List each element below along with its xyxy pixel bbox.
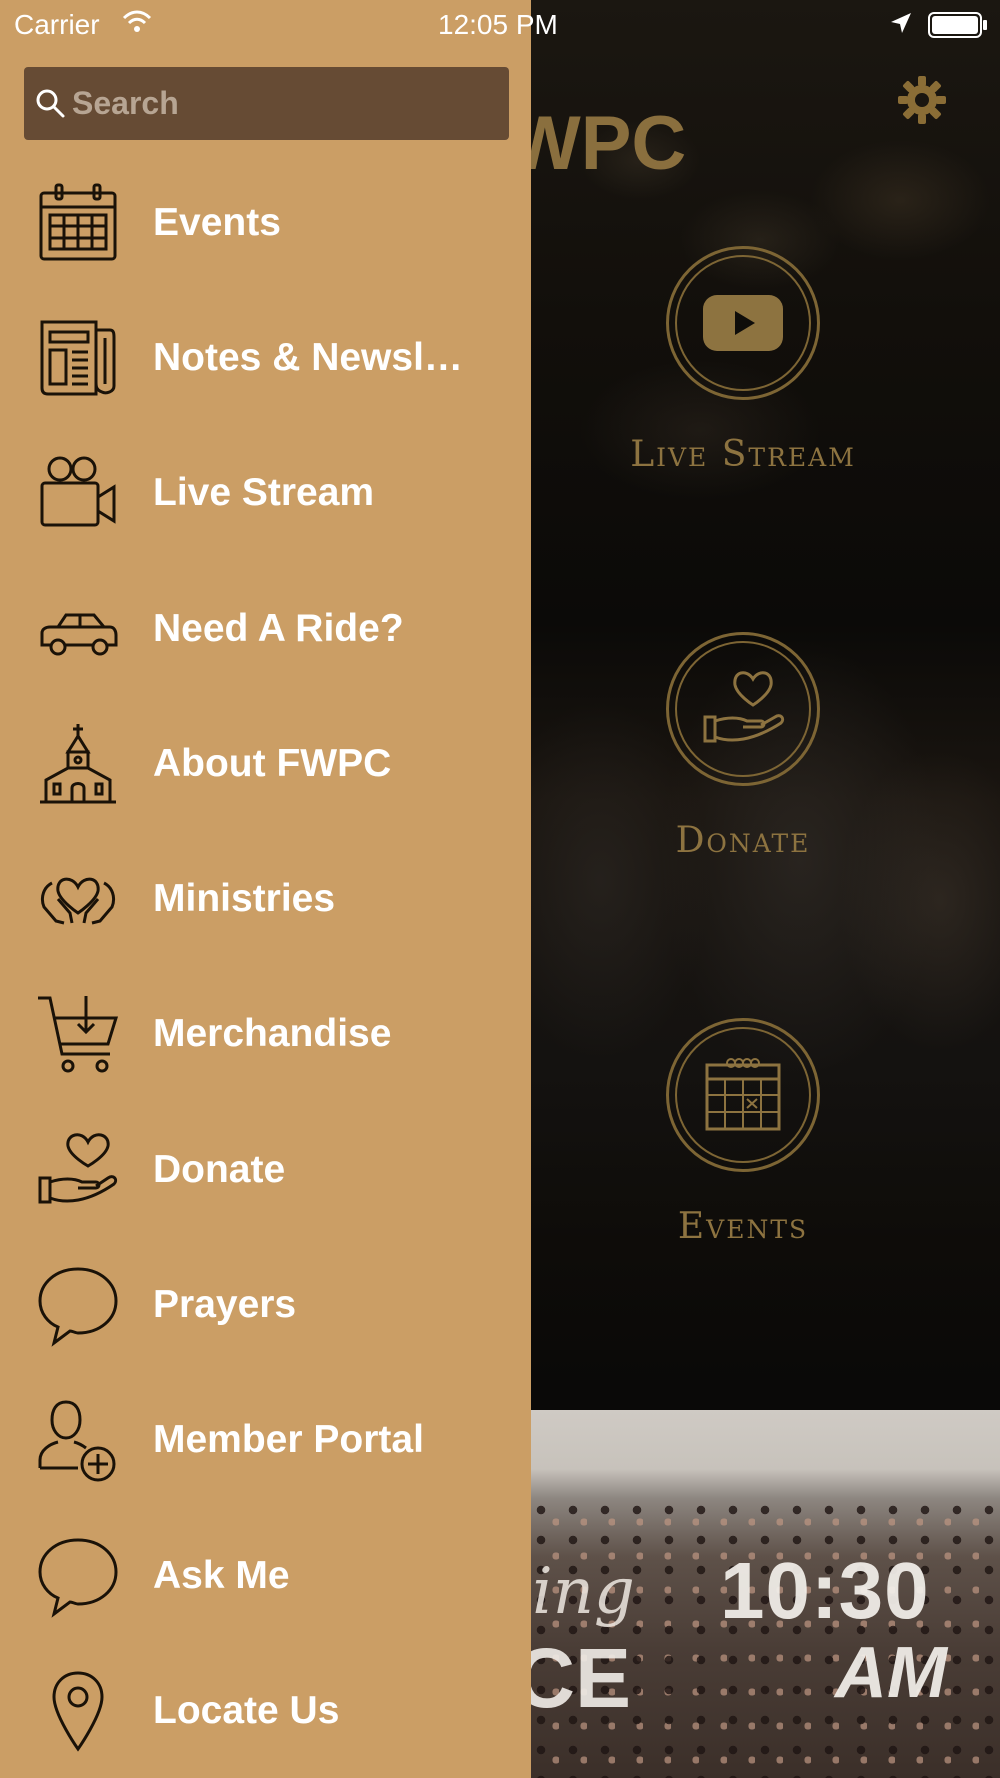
menu-item-label: Notes & Newsletters xyxy=(153,335,483,379)
menu-item-label: Need A Ride? xyxy=(153,606,404,650)
hand-heart-icon xyxy=(703,671,785,743)
donate-ring xyxy=(666,632,820,786)
clock: 12:05 PM xyxy=(438,9,558,40)
map-pin-icon xyxy=(52,1671,104,1752)
service-word-text: ICE xyxy=(531,1631,632,1725)
heart-hands-icon xyxy=(40,877,116,925)
menu-item-label: Merchandise xyxy=(153,1012,392,1056)
menu-item-need-a-ride[interactable]: Need A Ride? xyxy=(0,561,531,696)
menu-item-label: Ministries xyxy=(153,877,336,921)
menu-item-live-stream[interactable]: Live Stream xyxy=(0,426,531,561)
menu-item-label: Prayers xyxy=(153,1283,297,1327)
video-camera-icon xyxy=(40,456,116,527)
menu-item-notes-newsletters[interactable]: Notes & Newsletters xyxy=(0,290,531,425)
menu-item-donate[interactable]: Donate xyxy=(0,1102,531,1237)
menu-item-ask-me[interactable]: Ask Me xyxy=(0,1508,531,1643)
drawer-menu: Events Notes & Newsletters xyxy=(0,155,531,1778)
menu-item-label: Live Stream xyxy=(153,471,375,515)
service-script-text: ning xyxy=(531,1555,635,1629)
events-ring xyxy=(666,1018,820,1172)
menu-item-label: Donate xyxy=(153,1147,286,1191)
menu-item-locate-us[interactable]: Locate Us xyxy=(0,1643,531,1778)
feature-label: Events xyxy=(677,1206,809,1247)
status-bar: Carrier 12:05 PM xyxy=(0,0,1000,50)
menu-item-label: Member Portal xyxy=(153,1418,424,1462)
menu-item-events[interactable]: Events xyxy=(0,155,531,290)
feature-events[interactable]: Events xyxy=(623,1018,863,1247)
menu-item-label: About FWPC xyxy=(153,741,392,785)
search-input[interactable] xyxy=(72,67,492,140)
feature-label: Donate xyxy=(675,820,811,861)
service-time: 10:30 xyxy=(720,1546,930,1635)
menu-item-label: Locate Us xyxy=(153,1688,340,1732)
live-stream-ring xyxy=(666,246,820,400)
menu-item-ministries[interactable]: Ministries xyxy=(0,831,531,966)
app-title: WPC xyxy=(531,101,687,186)
donate-hand-heart-icon xyxy=(38,1133,118,1204)
wifi-icon xyxy=(122,10,152,32)
battery-icon xyxy=(928,12,987,38)
search-bar[interactable] xyxy=(24,67,509,140)
menu-item-merchandise[interactable]: Merchandise xyxy=(0,967,531,1102)
calendar-icon xyxy=(39,183,117,261)
feature-donate[interactable]: Donate xyxy=(623,632,863,861)
carrier-label: Carrier xyxy=(14,9,100,40)
cart-icon xyxy=(38,996,119,1073)
settings-gear-icon[interactable] xyxy=(896,74,948,126)
search-icon xyxy=(36,89,65,118)
speech-bubble-icon xyxy=(38,1538,118,1618)
add-user-icon xyxy=(38,1400,116,1482)
feature-label: Live Stream xyxy=(630,434,856,475)
menu-item-label: Ask Me xyxy=(153,1553,290,1597)
church-icon xyxy=(40,723,116,804)
service-meridiem: AM xyxy=(835,1633,947,1713)
menu-item-member-portal[interactable]: Member Portal xyxy=(0,1373,531,1508)
speech-bubble-icon xyxy=(38,1267,118,1347)
newspaper-icon xyxy=(40,320,116,396)
calendar-icon xyxy=(705,1058,781,1131)
side-drawer: Events Notes & Newsletters xyxy=(0,0,531,1778)
menu-item-about-fwpc[interactable]: About FWPC xyxy=(0,696,531,831)
location-arrow-icon xyxy=(891,13,911,33)
youtube-play-icon xyxy=(703,295,783,351)
feature-live-stream[interactable]: Live Stream xyxy=(623,246,863,475)
menu-item-prayers[interactable]: Prayers xyxy=(0,1237,531,1372)
menu-item-label: Events xyxy=(153,200,281,244)
car-icon xyxy=(40,613,118,656)
